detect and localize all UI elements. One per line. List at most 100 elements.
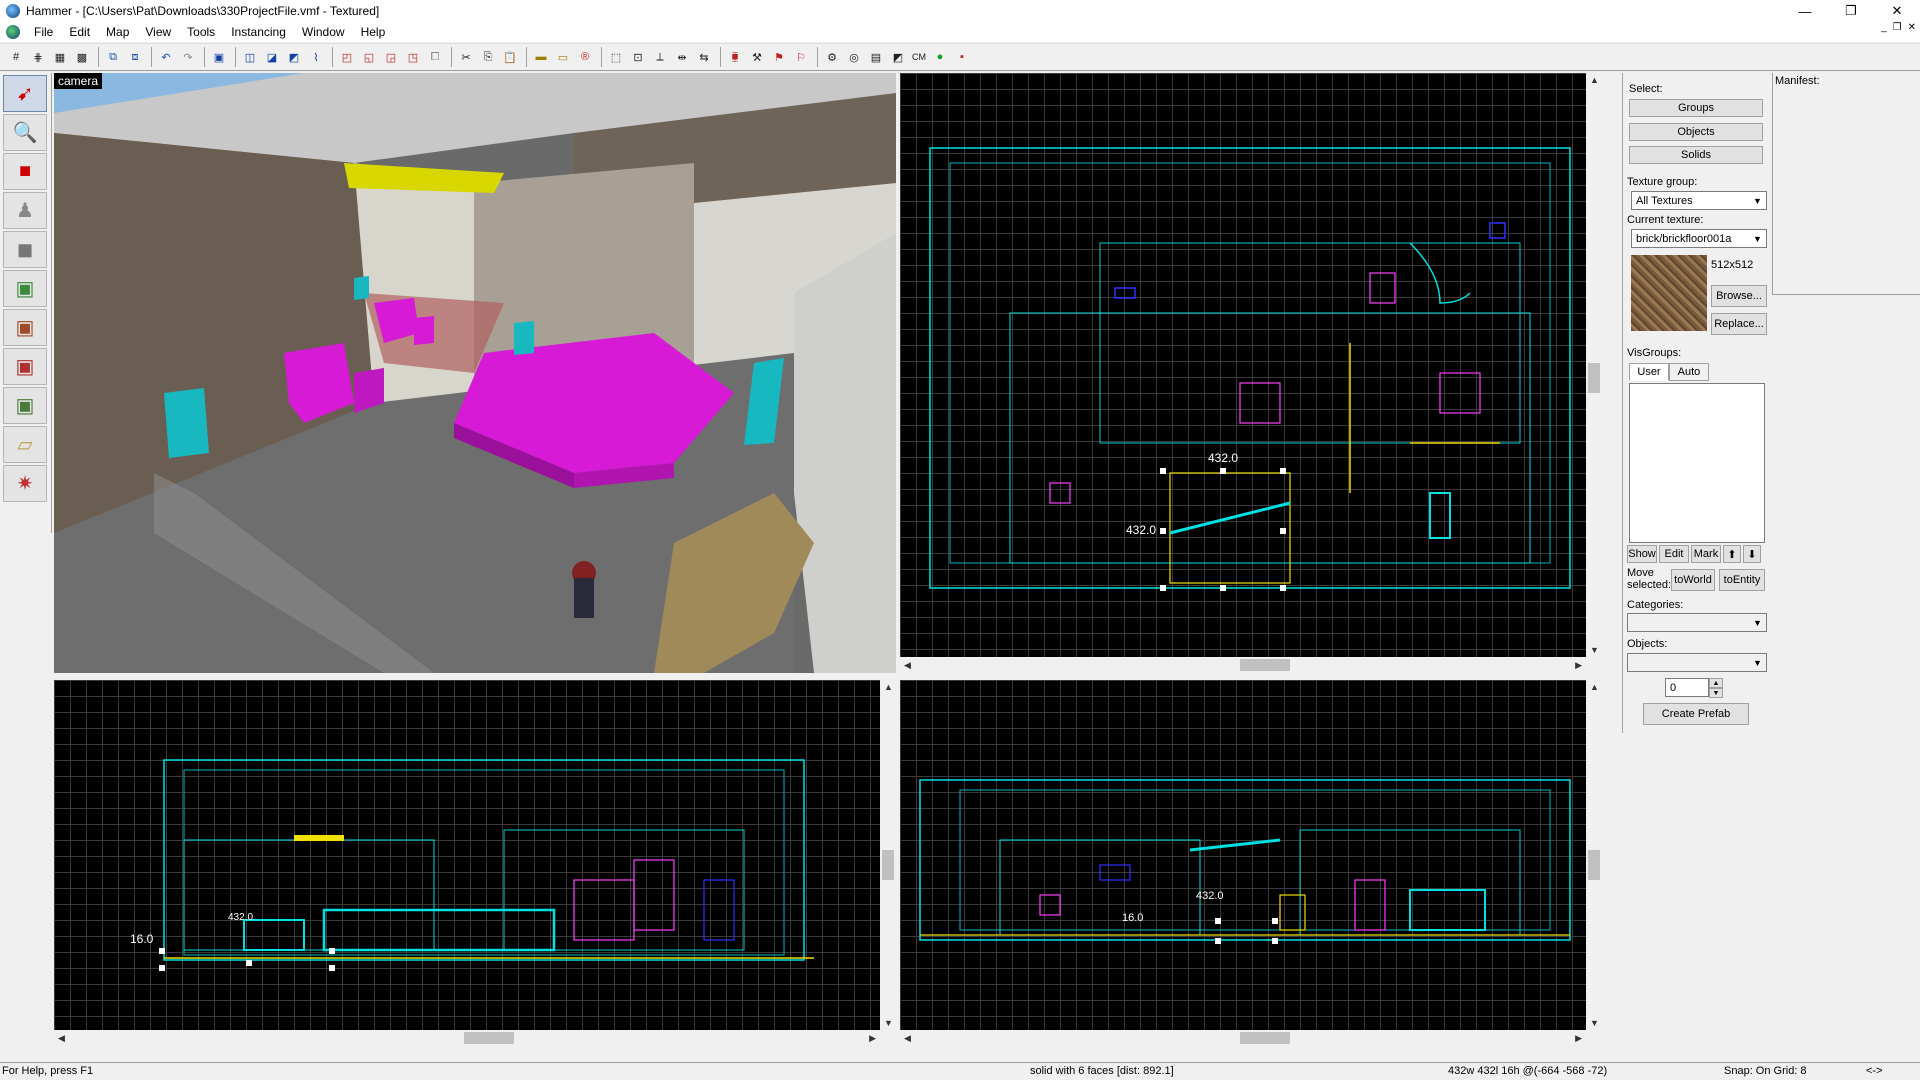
hazard-toworld-icon[interactable]: ▭ <box>553 47 573 67</box>
menu-view[interactable]: View <box>137 22 179 42</box>
selection-tool-icon[interactable]: ➹ <box>3 75 47 112</box>
vrad-icon[interactable]: ⚑ <box>769 47 789 67</box>
edit-button[interactable]: Edit <box>1659 545 1689 563</box>
scroll-thumb[interactable] <box>1240 659 1290 671</box>
group-icon[interactable]: ⧉ <box>103 47 123 67</box>
texture-browser-icon[interactable]: ▤ <box>866 47 886 67</box>
decal-tool-icon[interactable]: ▣ <box>3 348 47 385</box>
select-box-icon[interactable]: ⬚ <box>606 47 626 67</box>
chevron-down-icon[interactable]: ▼ <box>1751 656 1764 669</box>
visgroups-list[interactable] <box>1629 383 1765 543</box>
select-objects-button[interactable]: Objects <box>1629 123 1763 141</box>
overlay-tool-icon[interactable]: ▣ <box>3 387 47 424</box>
scroll-down-icon[interactable]: ▼ <box>884 1018 893 1028</box>
browse-button[interactable]: Browse... <box>1711 285 1767 307</box>
visgroups-tab-auto[interactable]: Auto <box>1669 363 1709 381</box>
scroll-thumb[interactable] <box>1588 850 1600 880</box>
hide-selection-icon[interactable]: ◫ <box>240 47 260 67</box>
clipping-tool-icon[interactable]: ▱ <box>3 426 47 463</box>
replace-button[interactable]: Replace... <box>1711 313 1767 335</box>
vvis-icon[interactable]: ⚐ <box>791 47 811 67</box>
visgroups-tab-user[interactable]: User <box>1629 363 1669 381</box>
scroll-down-icon[interactable]: ▼ <box>1590 1018 1599 1028</box>
front-viewport-vscroll[interactable]: ▲ ▼ <box>880 680 896 1030</box>
toggle-texlock-icon[interactable]: ◰ <box>337 47 357 67</box>
menu-map[interactable]: Map <box>98 22 137 42</box>
show-button[interactable]: Show <box>1627 545 1657 563</box>
texture-application-icon[interactable]: ▣ <box>3 270 47 307</box>
hazard-tie-icon[interactable]: ▬ <box>531 47 551 67</box>
move-up-icon[interactable]: ⬆ <box>1723 545 1741 563</box>
paste-icon[interactable]: 📋 <box>500 47 520 67</box>
mark-button[interactable]: Mark <box>1691 545 1721 563</box>
scroll-right-icon[interactable]: ▶ <box>1575 660 1582 671</box>
carve-icon[interactable]: ⌇ <box>306 47 326 67</box>
side-viewport-hscroll[interactable]: ◀ ▶ <box>900 1030 1602 1046</box>
texture-lock-icon[interactable]: ⟂ <box>650 47 670 67</box>
menu-tools[interactable]: Tools <box>179 22 223 42</box>
scroll-left-icon[interactable]: ◀ <box>904 660 911 671</box>
camera-viewport-label[interactable]: camera <box>54 73 103 89</box>
zoom-select-icon[interactable]: ⊡ <box>628 47 648 67</box>
minimize-button[interactable]: — <box>1782 0 1828 22</box>
toggle-groupignore-icon[interactable]: ◱ <box>359 47 379 67</box>
grid-toggle-icon[interactable]: # <box>6 47 26 67</box>
top-viewport[interactable]: 432.0 432.0 ▲ ▼ ◀ ▶ <box>900 73 1602 673</box>
to-entity-button[interactable]: toEntity <box>1719 569 1765 591</box>
scroll-up-icon[interactable]: ▲ <box>1590 682 1599 692</box>
globe-icon[interactable]: ● <box>930 47 950 67</box>
scroll-thumb[interactable] <box>1588 363 1600 393</box>
scroll-down-icon[interactable]: ▼ <box>1590 645 1599 655</box>
copy-icon[interactable]: ⎘ <box>478 47 498 67</box>
side-viewport[interactable]: 432.0 16.0 ▲ ▼ ◀ ▶ <box>900 680 1602 1046</box>
menu-help[interactable]: Help <box>353 22 394 42</box>
compile-icon[interactable]: ⧯ <box>725 47 745 67</box>
scroll-right-icon[interactable]: ▶ <box>869 1033 876 1044</box>
select-solids-button[interactable]: Solids <box>1629 146 1763 164</box>
scroll-left-icon[interactable]: ◀ <box>904 1033 911 1044</box>
front-viewport-hscroll[interactable]: ◀ ▶ <box>54 1030 896 1046</box>
ungroup-icon[interactable]: ⧈ <box>125 47 145 67</box>
objects-select[interactable]: ▼ <box>1627 653 1767 672</box>
document-icon[interactable] <box>6 25 20 39</box>
toggle-selection-icon[interactable]: ◲ <box>381 47 401 67</box>
menu-edit[interactable]: Edit <box>61 22 98 42</box>
camera-tool-icon[interactable]: ■ <box>3 153 47 190</box>
hazard-record-icon[interactable]: ® <box>575 47 595 67</box>
maximize-button[interactable]: ❐ <box>1828 0 1874 22</box>
side-viewport-vscroll[interactable]: ▲ ▼ <box>1586 680 1602 1030</box>
undo-icon[interactable]: ↶ <box>156 47 176 67</box>
scroll-right-icon[interactable]: ▶ <box>1575 1033 1582 1044</box>
block-tool-icon[interactable]: ◼ <box>3 231 47 268</box>
close-button[interactable]: ✕ <box>1874 0 1920 22</box>
entity-report-icon[interactable]: ▣ <box>209 47 229 67</box>
mdi-minimize-icon[interactable]: _ <box>1881 22 1887 33</box>
grid-larger-icon[interactable]: ▩ <box>72 47 92 67</box>
mdi-close-icon[interactable]: ✕ <box>1908 22 1916 33</box>
prefab-count-input[interactable]: 0 <box>1665 678 1709 697</box>
cut-icon[interactable]: ✂ <box>456 47 476 67</box>
magnify-tool-icon[interactable]: 🔍 <box>3 114 47 151</box>
menu-file[interactable]: File <box>26 22 61 42</box>
chevron-down-icon[interactable]: ▼ <box>1751 194 1764 207</box>
target-icon[interactable]: ◎ <box>844 47 864 67</box>
flip-icon[interactable]: ⇆ <box>694 47 714 67</box>
top-viewport-hscroll[interactable]: ◀ ▶ <box>900 657 1602 673</box>
run-map-icon[interactable]: ⚒ <box>747 47 767 67</box>
face-edit-icon[interactable]: ◩ <box>888 47 908 67</box>
camera-viewport[interactable]: camera <box>54 73 896 673</box>
chevron-down-icon[interactable]: ▼ <box>1751 616 1764 629</box>
grid-3d-icon[interactable]: ⋕ <box>28 47 48 67</box>
menu-instancing[interactable]: Instancing <box>223 22 294 42</box>
select-groups-button[interactable]: Groups <box>1629 99 1763 117</box>
scroll-thumb[interactable] <box>464 1032 514 1044</box>
hide-unselected-icon[interactable]: ◪ <box>262 47 282 67</box>
toggle-helpers-icon[interactable]: ◳ <box>403 47 423 67</box>
categories-select[interactable]: ▼ <box>1627 613 1767 632</box>
cubemap-button[interactable]: CM <box>910 47 928 67</box>
texture-group-select[interactable]: All Textures ▼ <box>1631 191 1767 210</box>
move-down-icon[interactable]: ⬇ <box>1743 545 1761 563</box>
spinner-down-icon[interactable]: ▼ <box>1709 688 1723 698</box>
align-icon[interactable]: ⇹ <box>672 47 692 67</box>
front-viewport[interactable]: 16.0 432.0 ▲ ▼ ◀ ▶ <box>54 680 896 1046</box>
